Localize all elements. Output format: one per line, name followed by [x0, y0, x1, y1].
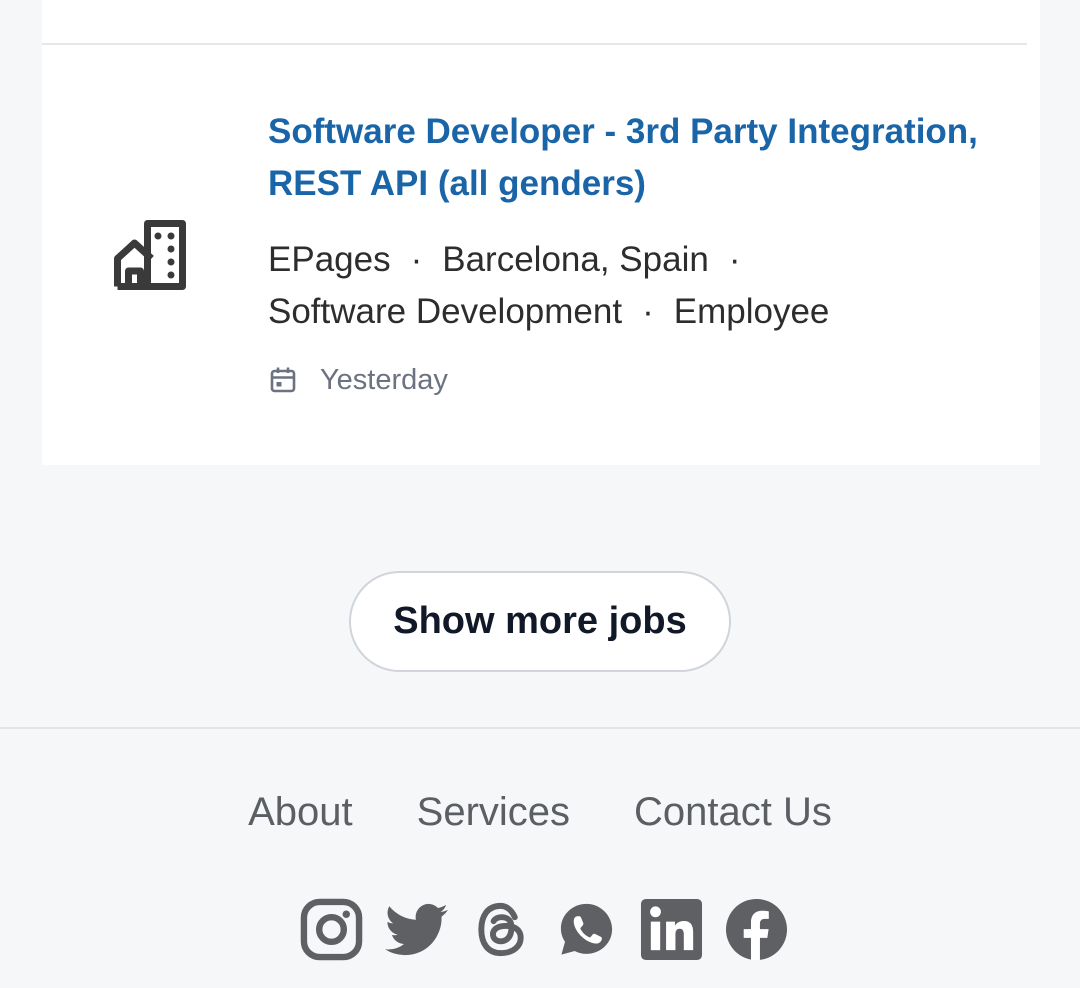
- card-divider: [42, 43, 1027, 45]
- footer-divider: [0, 727, 1080, 729]
- twitter-icon[interactable]: [385, 898, 448, 961]
- threads-icon[interactable]: [470, 898, 533, 961]
- whatsapp-icon[interactable]: [555, 898, 618, 961]
- job-title-link[interactable]: Software Developer - 3rd Party Integrati…: [268, 106, 1008, 210]
- footer-link-contact-us[interactable]: Contact Us: [634, 786, 832, 838]
- page: Software Developer - 3rd Party Integrati…: [0, 0, 1080, 988]
- footer-nav: About Services Contact Us: [0, 786, 1080, 838]
- social-links: [300, 897, 788, 961]
- job-card[interactable]: Software Developer - 3rd Party Integrati…: [42, 0, 1040, 465]
- footer-link-services[interactable]: Services: [417, 786, 570, 838]
- posted-date: Yesterday: [268, 360, 448, 400]
- employment-type: Employee: [673, 292, 830, 331]
- linkedin-icon[interactable]: [640, 898, 703, 961]
- separator-dot: ·: [642, 292, 654, 331]
- separator-dot: ·: [410, 240, 423, 279]
- footer-link-about[interactable]: About: [248, 786, 353, 838]
- posted-date-text: Yesterday: [320, 363, 448, 396]
- building-icon: [114, 220, 186, 290]
- facebook-icon[interactable]: [725, 898, 788, 961]
- company-name: EPages: [268, 240, 391, 279]
- show-more-jobs-button[interactable]: Show more jobs: [349, 571, 731, 672]
- job-category: Software Development: [268, 292, 623, 331]
- separator-dot: ·: [728, 240, 741, 279]
- calendar-icon: [270, 367, 296, 393]
- job-meta: EPages · Barcelona, Spain · Software Develo…: [268, 234, 1008, 338]
- instagram-icon[interactable]: [300, 898, 363, 961]
- job-location: Barcelona, Spain: [442, 240, 709, 279]
